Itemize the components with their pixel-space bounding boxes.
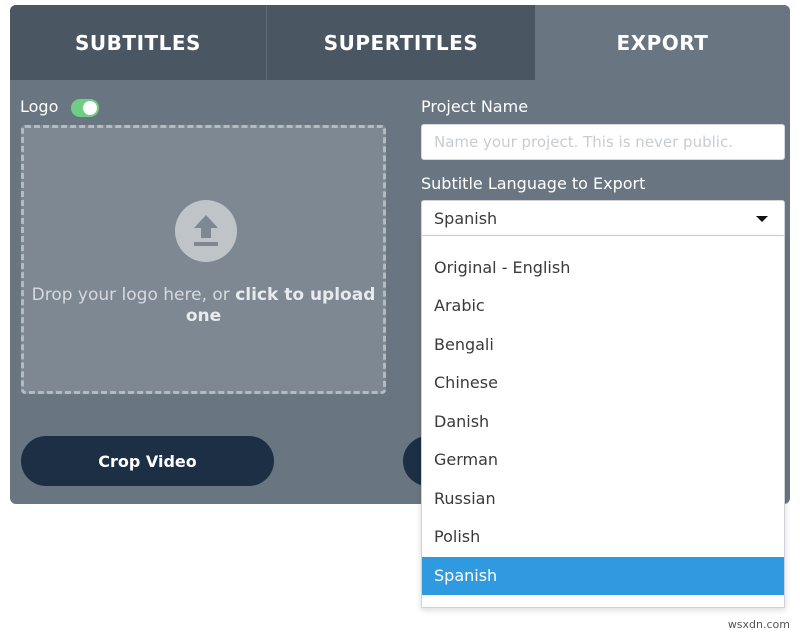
logo-dropzone[interactable]: Drop your logo here, or click to upload …	[21, 125, 386, 394]
tab-supertitles[interactable]: SUPERTITLES	[267, 5, 535, 80]
subtitle-language-label: Subtitle Language to Export	[421, 174, 646, 193]
language-dropdown: Original - English Arabic Bengali Chines…	[421, 236, 785, 608]
caret-down-icon	[756, 216, 768, 222]
toggle-knob	[83, 101, 97, 115]
language-option[interactable]: Chinese	[422, 364, 784, 402]
upload-icon	[175, 200, 237, 262]
language-option[interactable]: Russian	[422, 480, 784, 518]
language-option-selected[interactable]: Spanish	[422, 557, 784, 595]
crop-video-button[interactable]: Crop Video	[21, 436, 274, 486]
language-option[interactable]: German	[422, 441, 784, 479]
language-option[interactable]: Danish	[422, 403, 784, 441]
tab-bar: SUBTITLES SUPERTITLES EXPORT	[10, 5, 790, 80]
language-select-value: Spanish	[434, 209, 498, 228]
language-option[interactable]: Original - English	[422, 249, 784, 287]
project-name-label: Project Name	[421, 97, 529, 116]
watermark: wsxdn.com	[727, 618, 790, 631]
language-select[interactable]: Spanish	[421, 200, 785, 236]
language-option[interactable]: Arabic	[422, 287, 784, 325]
logo-label: Logo	[20, 97, 59, 116]
dropzone-text-plain: Drop your logo here, or	[31, 285, 236, 305]
tab-subtitles[interactable]: SUBTITLES	[10, 5, 266, 80]
logo-toggle[interactable]	[71, 99, 99, 117]
language-option[interactable]: Polish	[422, 518, 784, 556]
tab-export[interactable]: EXPORT	[535, 5, 790, 80]
project-name-input[interactable]	[421, 124, 785, 160]
language-option[interactable]: Bengali	[422, 326, 784, 364]
dropzone-text: Drop your logo here, or click to upload …	[24, 285, 383, 327]
